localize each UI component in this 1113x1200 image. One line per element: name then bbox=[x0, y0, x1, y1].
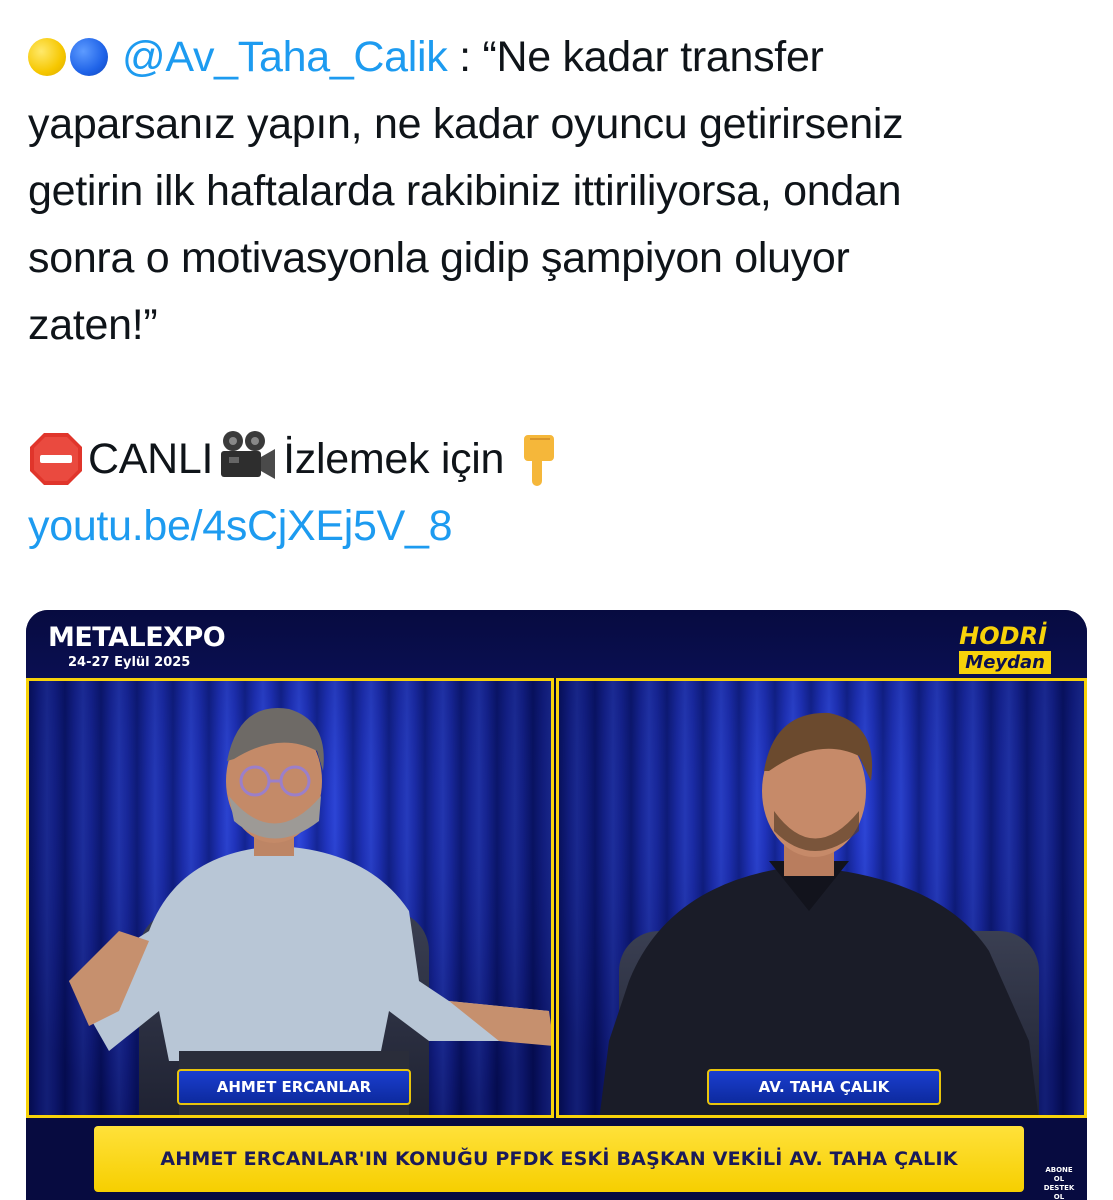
person-ahmet-ercanlar bbox=[69, 708, 551, 1115]
left-nameplate: AHMET ERCANLAR bbox=[177, 1069, 411, 1105]
lower-third: AHMET ERCANLAR'IN KONUĞU PFDK ESKİ BAŞKA… bbox=[26, 1118, 1087, 1200]
blue-circle-icon bbox=[70, 38, 108, 76]
right-nameplate: AV. TAHA ÇALIK bbox=[707, 1069, 941, 1105]
live-label: CANLI bbox=[88, 435, 214, 483]
stop-sign-icon bbox=[30, 433, 82, 485]
sponsor-date: 24-27 Eylül 2025 bbox=[68, 655, 191, 670]
guest-video-right: AV. TAHA ÇALIK bbox=[556, 678, 1087, 1118]
video-thumbnail[interactable]: METALEXPO 24-27 Eylül 2025 HODRİ Meydan … bbox=[26, 610, 1087, 1200]
sponsor-logo: METALEXPO bbox=[48, 622, 226, 653]
movie-camera-icon bbox=[221, 431, 276, 479]
show-logo-title: HODRİ bbox=[959, 622, 1047, 650]
broadcast-topbar: METALEXPO 24-27 Eylül 2025 HODRİ Meydan bbox=[26, 610, 1087, 678]
watch-label: İzlemek için bbox=[283, 435, 505, 483]
live-line: CANLI İzlemek için bbox=[28, 426, 1088, 493]
tweet-text-line: sonra o motivasyonla gidip şampiyon oluy… bbox=[28, 234, 850, 282]
show-logo-subtitle: Meydan bbox=[959, 651, 1051, 674]
yellow-circle-icon bbox=[28, 38, 66, 76]
youtube-link[interactable]: youtu.be/4sCjXEj5V_8 bbox=[28, 502, 453, 550]
tweet-text-line: zaten!” bbox=[28, 301, 158, 349]
tweet-text-line: yaparsanız yapın, ne kadar oyuncu getiri… bbox=[28, 100, 904, 148]
tweet-text-line: getirin ilk haftalarda rakibiniz ittiril… bbox=[28, 167, 902, 215]
tweet-line-1: @Av_Taha_Calik : “Ne kadar transfer bbox=[28, 24, 1088, 91]
tweet-text: @Av_Taha_Calik : “Ne kadar transfer yapa… bbox=[28, 24, 1088, 560]
mention-link[interactable]: @Av_Taha_Calik bbox=[122, 33, 448, 81]
pointing-down-hand-icon bbox=[524, 435, 555, 486]
guest-video-left: AHMET ERCANLAR bbox=[26, 678, 554, 1118]
headline-banner: AHMET ERCANLAR'IN KONUĞU PFDK ESKİ BAŞKA… bbox=[94, 1126, 1024, 1192]
subscribe-badge: ABONE OL DESTEK OL bbox=[1043, 1166, 1075, 1200]
person-taha-calik bbox=[599, 712, 1039, 1115]
tweet-text-line: : “Ne kadar transfer bbox=[447, 33, 824, 81]
